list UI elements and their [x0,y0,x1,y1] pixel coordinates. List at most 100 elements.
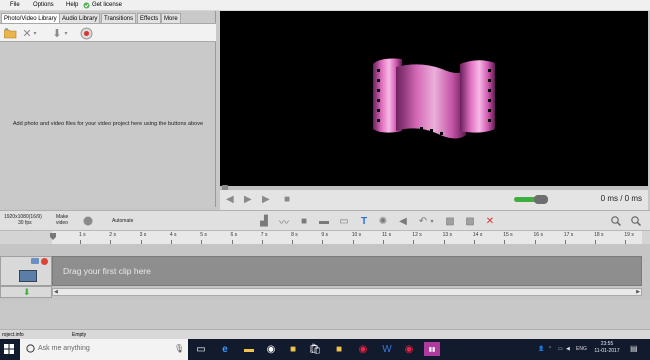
ruler-tick-label: 9 s [321,232,329,238]
clip-icon[interactable]: ▬ [318,215,330,227]
library-toolbar: ✕ ▾ ⬇ ▾ [0,23,216,42]
track-mute-icon[interactable] [41,258,48,265]
play-icon[interactable]: ▶ [244,193,252,207]
ruler-tick-label: 11 s [382,232,392,238]
clock[interactable]: 23:55 11-01-2017 [594,341,620,355]
status-empty: Empty [72,332,87,338]
movie-maker-taskbar-icon[interactable]: ▮▮ [424,342,440,356]
tab-more[interactable]: More [161,13,181,23]
clock-date: 11-01-2017 [594,348,620,354]
remove-dropdown-icon[interactable]: ▾ [32,26,38,40]
tray-expand-icon[interactable]: ⌃ [548,346,552,352]
track-visibility-icon[interactable] [31,258,39,264]
stop-icon[interactable]: ■ [284,193,290,207]
ruler-tick-label: 17 s [563,232,574,238]
language-indicator[interactable]: ENG [576,346,587,352]
library-panel: Photo/Video Library Audio Library Transi… [0,11,216,207]
ruler-tick-label: 19 s [624,232,634,238]
word-icon[interactable]: W [380,342,394,356]
edge-icon[interactable]: e [218,342,232,356]
zoom-out-icon[interactable] [610,215,622,227]
move-dropdown-icon[interactable]: ▾ [63,26,69,40]
record-icon[interactable] [79,26,93,40]
menu-bar: File Options Help Get license [0,0,650,11]
timeline-ruler[interactable]: 1 s 2 s 3 s 4 s 5 s 6 s 7 s 8 s 9 s 10 s 11 s 12 s 1… [0,230,650,245]
tab-transitions[interactable]: Transitions [101,13,137,23]
brightness-icon[interactable]: ✺ [377,215,389,227]
ruler-tick-label: 10 s [351,232,362,238]
menu-options[interactable]: Options [33,2,54,8]
tab-effects[interactable]: Effects [137,13,162,23]
file-explorer-icon[interactable]: ▬ [242,342,256,356]
ruler-tick-label: 16 s [533,232,543,238]
video-track[interactable]: Drag your first clip here [52,256,642,286]
status-bar: roject.info Empty [0,329,650,339]
search-icon [26,344,35,355]
ruler-tick-label: 15 s [503,232,513,238]
microphone-icon[interactable]: 🎙 [174,344,184,353]
film-reel-logo [373,58,495,139]
next-frame-icon[interactable]: ▶ [262,193,270,207]
volume-tray-icon[interactable]: ◀ [566,346,570,352]
zoom-in-icon[interactable] [630,215,642,227]
windows-taskbar: Ask me anything 🎙 ▭ e ▬ ◉ ■ 🛍 ■ ◉ W ◉ ▮▮… [0,339,650,360]
subtitles-icon[interactable]: ▭ [338,215,350,227]
people-icon[interactable]: 👤 [538,346,544,352]
store-icon[interactable]: 🛍 [308,342,322,356]
ruler-tick-label: 5 s [200,232,207,238]
delete-icon[interactable]: ✕ [484,215,496,227]
menu-help[interactable]: Help [66,2,78,8]
folder-icon[interactable]: ■ [286,342,300,356]
rotate-icon[interactable]: ↶ [417,215,429,227]
fps-label[interactable]: 30 fps [18,220,32,226]
volume-knob[interactable] [534,195,548,204]
notifications-icon[interactable]: ▤ [630,344,638,353]
playhead-marker[interactable] [50,233,56,243]
ruler-tick-label: 13 s [442,232,453,238]
network-icon[interactable]: ▭ [558,346,563,352]
search-box[interactable]: Ask me anything 🎙 [20,339,188,360]
drag-clip-message: Drag your first clip here [63,266,151,276]
rotate-dropdown-icon[interactable]: ▾ [429,215,435,227]
media-icon[interactable]: ◉ [264,342,278,356]
menu-file[interactable]: File [10,2,20,8]
make-video-icon[interactable] [82,215,94,227]
library-empty-message: Add photo and video files for your video… [12,121,204,127]
ruler-tick-label: 7 s [260,232,268,238]
ruler-tick-label: 4 s [169,232,177,238]
menu-get-license[interactable]: Get license [92,2,122,8]
windows-start-icon[interactable] [4,344,14,356]
audio-wave-icon[interactable]: 〰 [278,215,290,229]
add-track-icon[interactable]: ⬇ [23,287,31,297]
status-project-info: roject.info [2,332,24,338]
crop-icon[interactable]: ■ [298,215,310,227]
chrome-second-icon[interactable]: ◉ [402,342,416,356]
tab-audio-library[interactable]: Audio Library [59,13,101,23]
zoom-frame-icon[interactable]: ▩ [444,215,456,227]
ruler-tick-label: 12 s [412,232,422,238]
video-track-icon [19,270,37,282]
ruler-tick-label: 18 s [594,232,604,238]
add-files-icon[interactable] [3,26,17,40]
chrome-icon[interactable]: ◉ [356,342,370,356]
move-down-icon[interactable]: ⬇ [50,26,64,40]
automate-button[interactable]: Automate [112,218,133,224]
split-icon[interactable]: ▟ [258,215,270,227]
make-video-label[interactable]: Make video [56,214,72,226]
license-icon[interactable] [83,2,90,9]
ruler-tick-label: 14 s [472,232,483,238]
previous-frame-icon[interactable]: ◀ [226,193,234,207]
scroll-left-icon[interactable]: ◀ [54,289,58,295]
scroll-right-icon[interactable]: ▶ [636,289,640,295]
time-readout: 0 ms / 0 ms [600,194,642,203]
volume-icon[interactable]: ◀ [397,215,409,227]
explorer-window-icon[interactable]: ■ [332,342,346,356]
text-tool-icon[interactable]: T [358,215,370,227]
task-view-icon[interactable]: ▭ [194,342,208,356]
ruler-tick-label: 1 s [79,232,86,238]
horizontal-scrollbar[interactable]: ◀ ▶ [52,288,642,296]
transition-icon[interactable]: ▩ [464,215,476,227]
timeline-toolbar: 1920x1080(16/9) 30 fps Make video Automa… [0,210,650,230]
playback-controls: ◀ ▶ ▶ ■ 0 ms / 0 ms [220,190,648,210]
ruler-tick-label: 3 s [139,232,147,238]
